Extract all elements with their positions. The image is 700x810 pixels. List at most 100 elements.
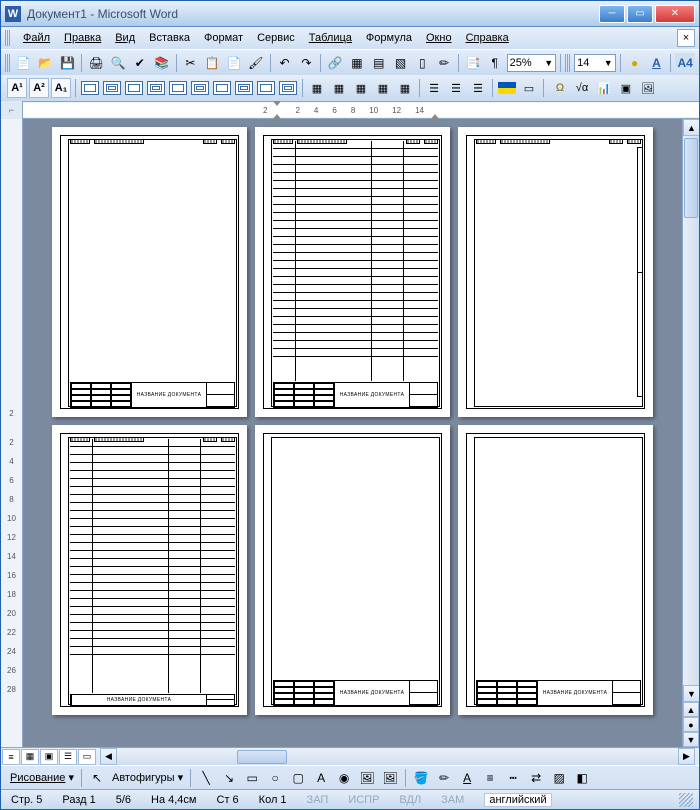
paste-icon[interactable]: 📄 bbox=[224, 53, 244, 73]
arrow-icon[interactable]: ↘ bbox=[219, 768, 239, 788]
reading-view-button[interactable]: ▭ bbox=[78, 749, 96, 765]
wordart-icon[interactable]: A bbox=[311, 768, 331, 788]
clipart-icon[interactable]: 🖼 bbox=[357, 768, 377, 788]
indent-marker-top[interactable] bbox=[273, 101, 281, 106]
picture-icon[interactable]: 🖼 bbox=[380, 768, 400, 788]
page-6[interactable]: НАЗВАНИЕ ДОКУМЕНТА bbox=[458, 425, 653, 715]
highlight-icon[interactable]: ● bbox=[625, 53, 645, 73]
browse-object-button[interactable]: ● bbox=[683, 717, 699, 732]
page-3[interactable] bbox=[458, 127, 653, 417]
select-objects-icon[interactable]: ↖ bbox=[87, 768, 107, 788]
autoshapes-menu[interactable]: Автофигуры ▾ bbox=[110, 771, 185, 784]
oval-icon[interactable]: ○ bbox=[265, 768, 285, 788]
outline-view-button[interactable]: ☰ bbox=[59, 749, 77, 765]
page-4[interactable]: НАЗВАНИЕ ДОКУМЕНТА bbox=[52, 425, 247, 715]
image-icon[interactable]: 🖼 bbox=[638, 78, 658, 98]
stamp-type-2-icon[interactable]: ▦ bbox=[329, 78, 349, 98]
copy-icon[interactable]: 📋 bbox=[202, 53, 222, 73]
open-icon[interactable]: 📂 bbox=[36, 53, 56, 73]
print-view-button[interactable]: ▣ bbox=[40, 749, 58, 765]
table-style-2-icon[interactable]: ☰ bbox=[446, 78, 466, 98]
landscape-icon[interactable]: ▭ bbox=[519, 78, 539, 98]
fill-color-icon[interactable]: 🪣 bbox=[411, 768, 431, 788]
line-icon[interactable]: ╲ bbox=[196, 768, 216, 788]
object-icon[interactable]: ▣ bbox=[616, 78, 636, 98]
help-close-button[interactable]: × bbox=[677, 29, 695, 47]
undo-icon[interactable]: ↶ bbox=[275, 53, 295, 73]
resize-grip[interactable] bbox=[679, 793, 693, 807]
stamp-type-1-icon[interactable]: ▦ bbox=[307, 78, 327, 98]
vertical-ruler[interactable]: 2 24 68 1012 1416 1820 2224 2628 bbox=[1, 119, 23, 747]
scroll-left-button[interactable]: ◀ bbox=[100, 748, 117, 765]
minimize-button[interactable]: ─ bbox=[599, 5, 625, 23]
drawing-menu[interactable]: Рисование ▾ bbox=[8, 771, 76, 784]
scroll-down-button[interactable]: ▼ bbox=[683, 685, 699, 702]
show-marks-icon[interactable]: ¶ bbox=[485, 53, 505, 73]
flag-ua-icon[interactable] bbox=[497, 78, 517, 98]
rectangle-icon[interactable]: ▭ bbox=[242, 768, 262, 788]
frame-type-7-icon[interactable] bbox=[212, 78, 232, 98]
page-1[interactable]: НАЗВАНИЕ ДОКУМЕНТА bbox=[52, 127, 247, 417]
status-rec[interactable]: ЗАП bbox=[303, 794, 333, 806]
vertical-scrollbar[interactable]: ▲ ▼ ▲ ● ▼ bbox=[682, 119, 699, 747]
font-size-combo[interactable]: 14▼ bbox=[574, 54, 616, 72]
scroll-thumb-v[interactable] bbox=[684, 138, 698, 218]
subscript-a1-icon[interactable]: A₁ bbox=[51, 78, 71, 98]
horizontal-scrollbar[interactable]: ◀ ▶ bbox=[100, 749, 695, 765]
frame-type-3-icon[interactable] bbox=[124, 78, 144, 98]
web-view-button[interactable]: ▦ bbox=[21, 749, 39, 765]
frame-type-9-icon[interactable] bbox=[256, 78, 276, 98]
font-color-icon[interactable]: A bbox=[647, 53, 667, 73]
drawing-icon[interactable]: ✏ bbox=[434, 53, 454, 73]
scroll-right-button[interactable]: ▶ bbox=[678, 748, 695, 765]
frame-type-8-icon[interactable] bbox=[234, 78, 254, 98]
menu-help[interactable]: Справка bbox=[460, 30, 515, 46]
toolbar-grip[interactable] bbox=[5, 54, 10, 72]
status-ovr[interactable]: ЗАМ bbox=[437, 794, 468, 806]
excel-icon[interactable]: ▧ bbox=[391, 53, 411, 73]
scroll-thumb-h[interactable] bbox=[237, 750, 287, 764]
hyperlink-icon[interactable]: 🔗 bbox=[325, 53, 345, 73]
menu-insert[interactable]: Вставка bbox=[143, 30, 196, 46]
close-button[interactable]: ✕ bbox=[655, 5, 695, 23]
maximize-button[interactable]: ▭ bbox=[627, 5, 653, 23]
page-5[interactable]: НАЗВАНИЕ ДОКУМЕНТА bbox=[255, 425, 450, 715]
table-style-1-icon[interactable]: ☰ bbox=[424, 78, 444, 98]
menubar-grip[interactable] bbox=[5, 30, 11, 46]
columns-icon[interactable]: ▯ bbox=[412, 53, 432, 73]
format-painter-icon[interactable]: 🖌 bbox=[246, 53, 266, 73]
insert-table-icon[interactable]: ▤ bbox=[369, 53, 389, 73]
prev-page-button[interactable]: ▲ bbox=[683, 702, 699, 717]
arrow-style-icon[interactable]: ⇄ bbox=[526, 768, 546, 788]
dash-style-icon[interactable]: ┅ bbox=[503, 768, 523, 788]
menu-view[interactable]: Вид bbox=[109, 30, 141, 46]
table-style-3-icon[interactable]: ☰ bbox=[468, 78, 488, 98]
textbox-icon[interactable]: ▢ bbox=[288, 768, 308, 788]
doc-map-icon[interactable]: 📑 bbox=[463, 53, 483, 73]
menu-service[interactable]: Сервис bbox=[251, 30, 301, 46]
save-icon[interactable]: 💾 bbox=[58, 53, 78, 73]
frame-type-5-icon[interactable] bbox=[168, 78, 188, 98]
cut-icon[interactable]: ✂ bbox=[181, 53, 201, 73]
research-icon[interactable]: 📚 bbox=[152, 53, 172, 73]
status-language[interactable]: английский bbox=[484, 793, 551, 807]
frame-type-1-icon[interactable] bbox=[80, 78, 100, 98]
line-style-icon[interactable]: ≡ bbox=[480, 768, 500, 788]
redo-icon[interactable]: ↷ bbox=[296, 53, 316, 73]
normal-view-button[interactable]: ≡ bbox=[2, 749, 20, 765]
spell-icon[interactable]: ✔ bbox=[130, 53, 150, 73]
next-page-button[interactable]: ▼ bbox=[683, 732, 699, 747]
tables-borders-icon[interactable]: ▦ bbox=[347, 53, 367, 73]
diagram-icon[interactable]: ◉ bbox=[334, 768, 354, 788]
print-preview-icon[interactable]: 🔍 bbox=[108, 53, 128, 73]
stamp-type-4-icon[interactable]: ▦ bbox=[373, 78, 393, 98]
toolbar-grip-2[interactable] bbox=[565, 54, 570, 72]
equation-icon[interactable]: √α bbox=[572, 78, 592, 98]
zoom-combo[interactable]: 25%▼ bbox=[507, 54, 557, 72]
status-trk[interactable]: ИСПР bbox=[344, 794, 383, 806]
font-color-draw-icon[interactable]: A bbox=[457, 768, 477, 788]
status-ext[interactable]: ВДЛ bbox=[395, 794, 425, 806]
print-icon[interactable]: 🖨 bbox=[86, 53, 106, 73]
horizontal-ruler[interactable]: ⌐ 2 24 68 1012 14 bbox=[1, 101, 699, 119]
scroll-up-button[interactable]: ▲ bbox=[683, 119, 699, 136]
